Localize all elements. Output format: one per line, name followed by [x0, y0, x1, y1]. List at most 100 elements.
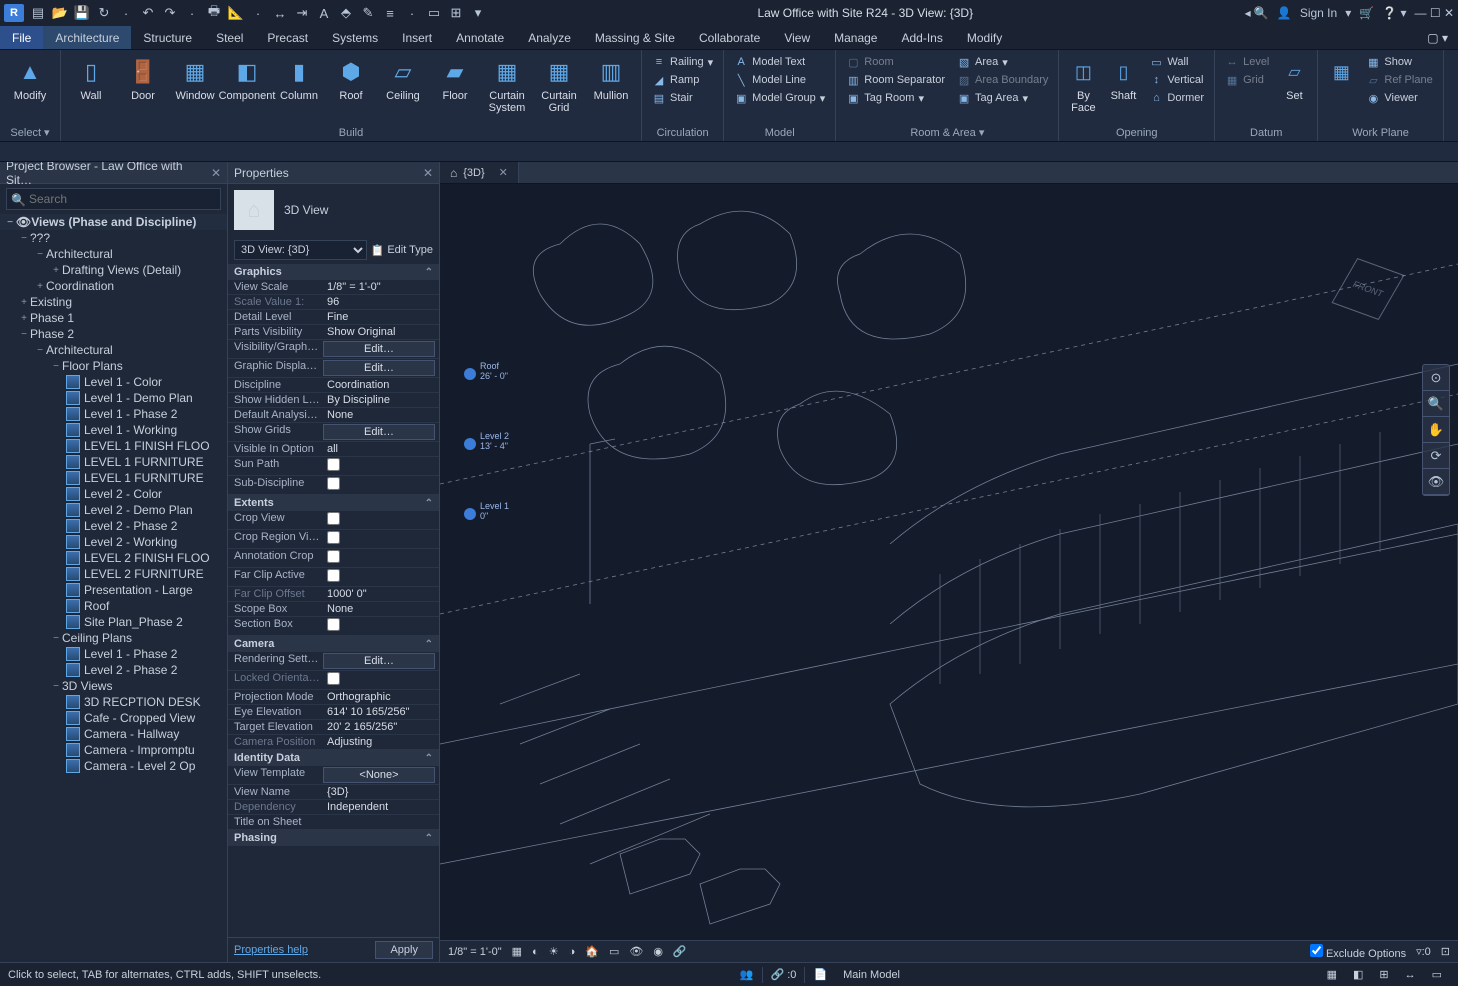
tree-leaf[interactable]: Level 2 - Demo Plan — [0, 502, 227, 518]
tree-leaf[interactable]: LEVEL 1 FURNITURE — [0, 454, 227, 470]
prop-subdisc[interactable] — [323, 476, 439, 494]
prop-visoption[interactable]: all — [323, 442, 439, 456]
tab-addins[interactable]: Add-Ins — [889, 26, 954, 49]
tree-leaf[interactable]: Presentation - Large — [0, 582, 227, 598]
show-button[interactable]: ▦Show — [1362, 54, 1436, 70]
tree-node[interactable]: +Existing — [0, 294, 227, 310]
tree-leaf[interactable]: Level 1 - Phase 2 — [0, 646, 227, 662]
curtain-system-button[interactable]: ▦Curtain System — [483, 54, 531, 125]
qat-sync-icon[interactable]: ↻ — [96, 5, 112, 21]
prop-rendset-button[interactable]: Edit… — [323, 653, 435, 669]
vc-constraints-icon[interactable]: 🔗 — [673, 945, 687, 958]
section-graphics[interactable]: Graphics⌃ — [228, 264, 439, 280]
stair-button[interactable]: ▤Stair — [648, 90, 717, 106]
by-face-button[interactable]: ◫By Face — [1065, 54, 1101, 125]
tab-collaborate[interactable]: Collaborate — [687, 26, 772, 49]
qat-thin-icon[interactable]: ≡ — [382, 5, 398, 21]
select-dropdown[interactable]: Select ▾ — [6, 124, 54, 139]
room-sep-button[interactable]: ▥Room Separator — [842, 72, 949, 88]
tag-area-button[interactable]: ▣Tag Area ▾ — [953, 90, 1052, 106]
tab-systems[interactable]: Systems — [320, 26, 390, 49]
status-model-icon[interactable]: 📄 — [805, 968, 835, 981]
prop-viewname[interactable]: {3D} — [323, 785, 439, 799]
tree-node[interactable]: −Architectural — [0, 246, 227, 262]
curtain-grid-button[interactable]: ▦Curtain Grid — [535, 54, 583, 125]
area-button[interactable]: ▧Area ▾ — [953, 54, 1052, 70]
status-icon[interactable]: ▦ — [1319, 968, 1345, 981]
signin-drop[interactable]: ▾ — [1345, 6, 1351, 20]
prop-viewtemplate-button[interactable]: <None> — [323, 767, 435, 783]
tree-leaf[interactable]: 3D RECPTION DESK — [0, 694, 227, 710]
nav-zoom-icon[interactable]: 🔍 — [1423, 391, 1449, 417]
qat-open-icon[interactable]: ▤ — [30, 5, 46, 21]
model-group-button[interactable]: ▣Model Group ▾ — [730, 90, 829, 106]
window-button[interactable]: ▦Window — [171, 54, 219, 125]
nav-full-icon[interactable]: ⊙ — [1423, 365, 1449, 391]
prop-farclip[interactable] — [323, 568, 439, 586]
tab-analyze[interactable]: Analyze — [516, 26, 583, 49]
qat-align-icon[interactable]: ⇥ — [294, 5, 310, 21]
viewcube[interactable]: FRONT — [1328, 254, 1408, 334]
tree-node[interactable]: +Drafting Views (Detail) — [0, 262, 227, 278]
vc-crop-icon[interactable]: ▭ — [609, 945, 619, 958]
qat-folder-icon[interactable]: 📂 — [52, 5, 68, 21]
prop-annotcrop[interactable] — [323, 549, 439, 567]
tree-node[interactable]: −Floor Plans — [0, 358, 227, 374]
qat-close-icon[interactable]: ▭ — [426, 5, 442, 21]
floor-button[interactable]: ▰Floor — [431, 54, 479, 125]
help-icon[interactable]: ❔ ▾ — [1382, 6, 1406, 20]
ramp-button[interactable]: ◢Ramp — [648, 72, 717, 88]
room-area-dropdown[interactable]: Room & Area ▾ — [842, 124, 1052, 139]
tab-close-icon[interactable]: ✕ — [499, 166, 508, 179]
set-button[interactable]: ▱Set — [1277, 54, 1311, 125]
tree-leaf[interactable]: LEVEL 1 FURNITURE — [0, 470, 227, 486]
modify-button[interactable]: ▲ Modify — [6, 54, 54, 124]
room-button[interactable]: ▢Room — [842, 54, 949, 70]
vc-style-icon[interactable]: ◐ — [532, 946, 539, 958]
nav-look-icon[interactable]: 👁 — [1423, 469, 1449, 495]
qat-drop-icon[interactable]: ▾ — [470, 5, 486, 21]
edit-type-button[interactable]: 📋 Edit Type — [371, 240, 433, 260]
tree-node[interactable]: −??? — [0, 230, 227, 246]
qat-measure-icon[interactable]: 📐 — [228, 5, 244, 21]
tab-view[interactable]: View — [772, 26, 822, 49]
area-boundary-button[interactable]: ▨Area Boundary — [953, 72, 1052, 88]
tab-massing[interactable]: Massing & Site — [583, 26, 687, 49]
project-browser-close-icon[interactable]: ✕ — [211, 166, 221, 180]
tree-leaf[interactable]: Level 2 - Working — [0, 534, 227, 550]
prop-sunpath[interactable] — [323, 457, 439, 475]
nav-orbit-icon[interactable]: ⟳ — [1423, 443, 1449, 469]
tab-precast[interactable]: Precast — [255, 26, 320, 49]
prop-locked[interactable] — [323, 671, 439, 689]
tree-leaf[interactable]: Level 1 - Working — [0, 422, 227, 438]
tree-leaf[interactable]: Level 2 - Color — [0, 486, 227, 502]
section-camera[interactable]: Camera⌃ — [228, 636, 439, 652]
prop-showhidden[interactable]: By Discipline — [323, 393, 439, 407]
shaft-button[interactable]: ▯Shaft — [1105, 54, 1141, 125]
properties-help-link[interactable]: Properties help — [234, 944, 308, 956]
qat-print-icon[interactable]: 🖶 — [206, 5, 222, 21]
tab-extras-icon[interactable]: ▢ ▾ — [1427, 31, 1448, 45]
vc-reveal-icon[interactable]: ◉ — [653, 945, 663, 958]
appstore-icon[interactable]: 🛒 — [1359, 6, 1374, 20]
tab-annotate[interactable]: Annotate — [444, 26, 516, 49]
properties-close-icon[interactable]: ✕ — [423, 166, 433, 180]
refplane-button[interactable]: ▱Ref Plane — [1362, 72, 1436, 88]
level-button[interactable]: ↔Level — [1221, 54, 1273, 70]
section-identity[interactable]: Identity Data⌃ — [228, 750, 439, 766]
nav-pan-icon[interactable]: ✋ — [1423, 417, 1449, 443]
apply-button[interactable]: Apply — [375, 941, 433, 959]
workplane-icon-button[interactable]: ▦ — [1324, 54, 1358, 125]
viewer-button[interactable]: ◉Viewer — [1362, 90, 1436, 106]
vc-render-icon[interactable]: 🏠 — [585, 945, 599, 958]
vc-detail-icon[interactable]: ▦ — [512, 945, 522, 958]
tree-node[interactable]: −Phase 2 — [0, 326, 227, 342]
tree-leaf[interactable]: Camera - Impromptu — [0, 742, 227, 758]
section-extents[interactable]: Extents⌃ — [228, 495, 439, 511]
tree-leaf[interactable]: Level 2 - Phase 2 — [0, 662, 227, 678]
minimize-button[interactable]: — — [1414, 6, 1426, 20]
prop-sectionbox[interactable] — [323, 617, 439, 635]
tree-node[interactable]: −Ceiling Plans — [0, 630, 227, 646]
vc-filter-icon[interactable]: ▿:0 — [1416, 945, 1431, 958]
tree-root[interactable]: −👁 Views (Phase and Discipline) — [0, 214, 227, 230]
